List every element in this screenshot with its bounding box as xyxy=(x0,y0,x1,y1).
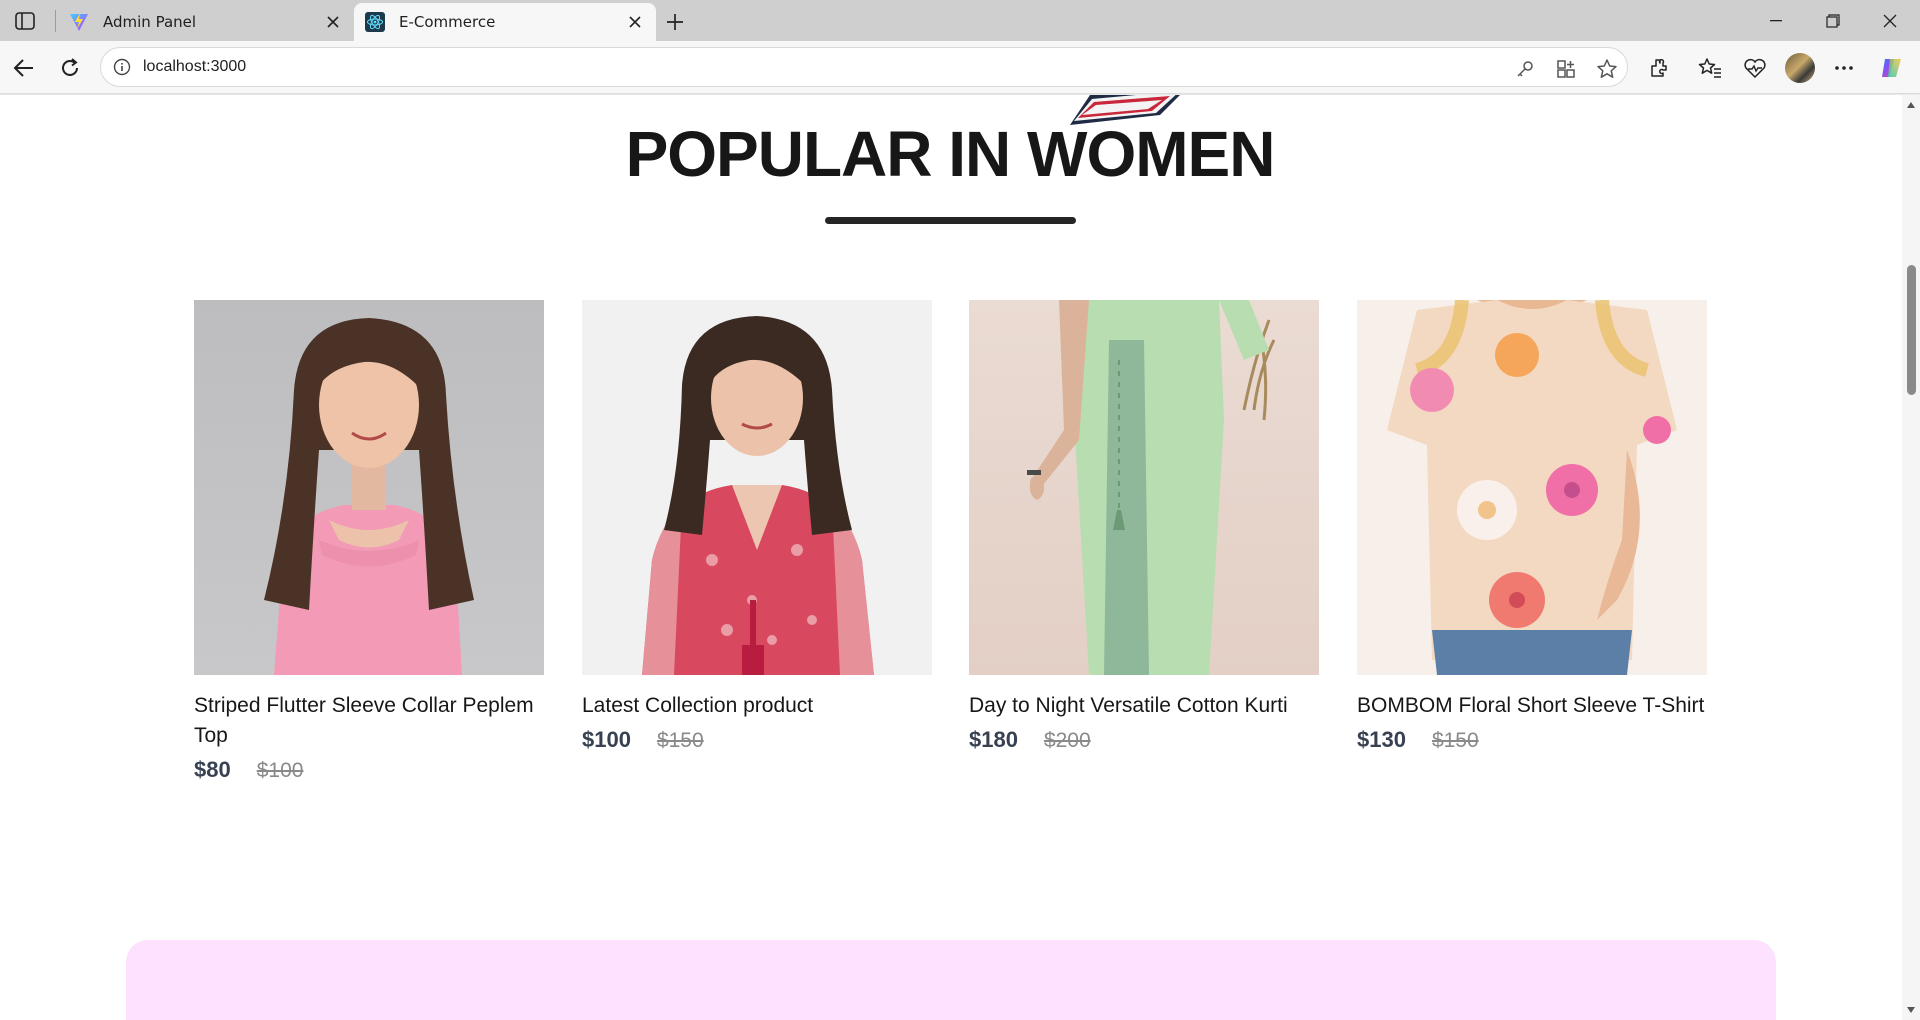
product-card[interactable]: BOMBOM Floral Short Sleeve T-Shirt $130 … xyxy=(1357,300,1707,753)
tab-title: Admin Panel xyxy=(103,13,197,31)
product-name[interactable]: BOMBOM Floral Short Sleeve T-Shirt xyxy=(1357,691,1707,721)
title-underline xyxy=(825,217,1076,224)
product-name[interactable]: Latest Collection product xyxy=(582,691,932,721)
old-price: $150 xyxy=(1431,729,1479,752)
sidebar-toggle-icon[interactable] xyxy=(14,10,36,32)
more-menu-icon[interactable] xyxy=(1827,51,1861,85)
product-prices: $180 $200 xyxy=(969,727,1319,753)
new-price: $80 xyxy=(194,757,231,782)
favorites-icon[interactable] xyxy=(1693,51,1727,85)
tab-strip: Admin Panel E-Commerce xyxy=(0,0,1920,41)
product-name[interactable]: Day to Night Versatile Cotton Kurti xyxy=(969,691,1319,721)
product-image[interactable] xyxy=(969,300,1319,675)
minimize-icon[interactable] xyxy=(1748,0,1804,41)
product-card[interactable]: Day to Night Versatile Cotton Kurti $180… xyxy=(969,300,1319,753)
new-price: $130 xyxy=(1357,727,1406,752)
app-install-icon[interactable] xyxy=(1554,57,1578,81)
product-prices: $130 $150 xyxy=(1357,727,1707,753)
product-card[interactable]: Latest Collection product $100 $150 xyxy=(582,300,932,753)
new-price: $100 xyxy=(582,727,631,752)
vite-logo-icon xyxy=(69,12,89,32)
new-price: $180 xyxy=(969,727,1018,752)
product-image[interactable] xyxy=(1357,300,1707,675)
offers-banner xyxy=(126,940,1776,1020)
close-tab-icon[interactable] xyxy=(622,9,648,35)
old-price: $100 xyxy=(256,759,304,782)
extensions-icon[interactable] xyxy=(1642,51,1676,85)
product-image[interactable] xyxy=(582,300,932,675)
old-price: $150 xyxy=(656,729,704,752)
new-tab-icon[interactable] xyxy=(661,8,689,36)
react-logo-icon xyxy=(365,12,385,32)
tab-separator xyxy=(55,10,56,32)
close-window-icon[interactable] xyxy=(1862,0,1918,41)
page-viewport: POPULAR IN WOMEN Striped Flutter Sleeve … xyxy=(0,95,1920,1020)
page-scrollbar[interactable] xyxy=(1902,95,1920,1020)
copilot-icon[interactable] xyxy=(1875,51,1909,85)
reload-icon[interactable] xyxy=(53,51,87,85)
product-name[interactable]: Striped Flutter Sleeve Collar Peplem Top xyxy=(194,691,544,751)
tab-admin-panel[interactable]: Admin Panel xyxy=(58,3,354,41)
profile-avatar[interactable] xyxy=(1785,53,1815,83)
favorite-star-icon[interactable] xyxy=(1595,57,1619,81)
password-key-icon[interactable] xyxy=(1513,57,1537,81)
old-price: $200 xyxy=(1043,729,1091,752)
product-card[interactable]: Striped Flutter Sleeve Collar Peplem Top… xyxy=(194,300,544,783)
close-tab-icon[interactable] xyxy=(320,9,346,35)
site-info-icon[interactable] xyxy=(111,56,133,78)
product-prices: $80 $100 xyxy=(194,757,544,783)
tab-e-commerce[interactable]: E-Commerce xyxy=(354,3,656,41)
tab-title: E-Commerce xyxy=(399,13,496,31)
browser-toolbar: localhost:3000 xyxy=(0,41,1920,94)
product-image[interactable] xyxy=(194,300,544,675)
product-prices: $100 $150 xyxy=(582,727,932,753)
scroll-thumb[interactable] xyxy=(1907,265,1916,395)
url-text: localhost:3000 xyxy=(143,58,247,75)
section-title: POPULAR IN WOMEN xyxy=(625,118,1276,190)
address-bar[interactable]: localhost:3000 xyxy=(100,47,1628,87)
browser-essentials-icon[interactable] xyxy=(1738,51,1772,85)
scroll-up-arrow-icon[interactable] xyxy=(1905,99,1917,111)
scroll-down-arrow-icon[interactable] xyxy=(1905,1004,1917,1016)
restore-icon[interactable] xyxy=(1805,0,1861,41)
back-icon[interactable] xyxy=(7,51,41,85)
